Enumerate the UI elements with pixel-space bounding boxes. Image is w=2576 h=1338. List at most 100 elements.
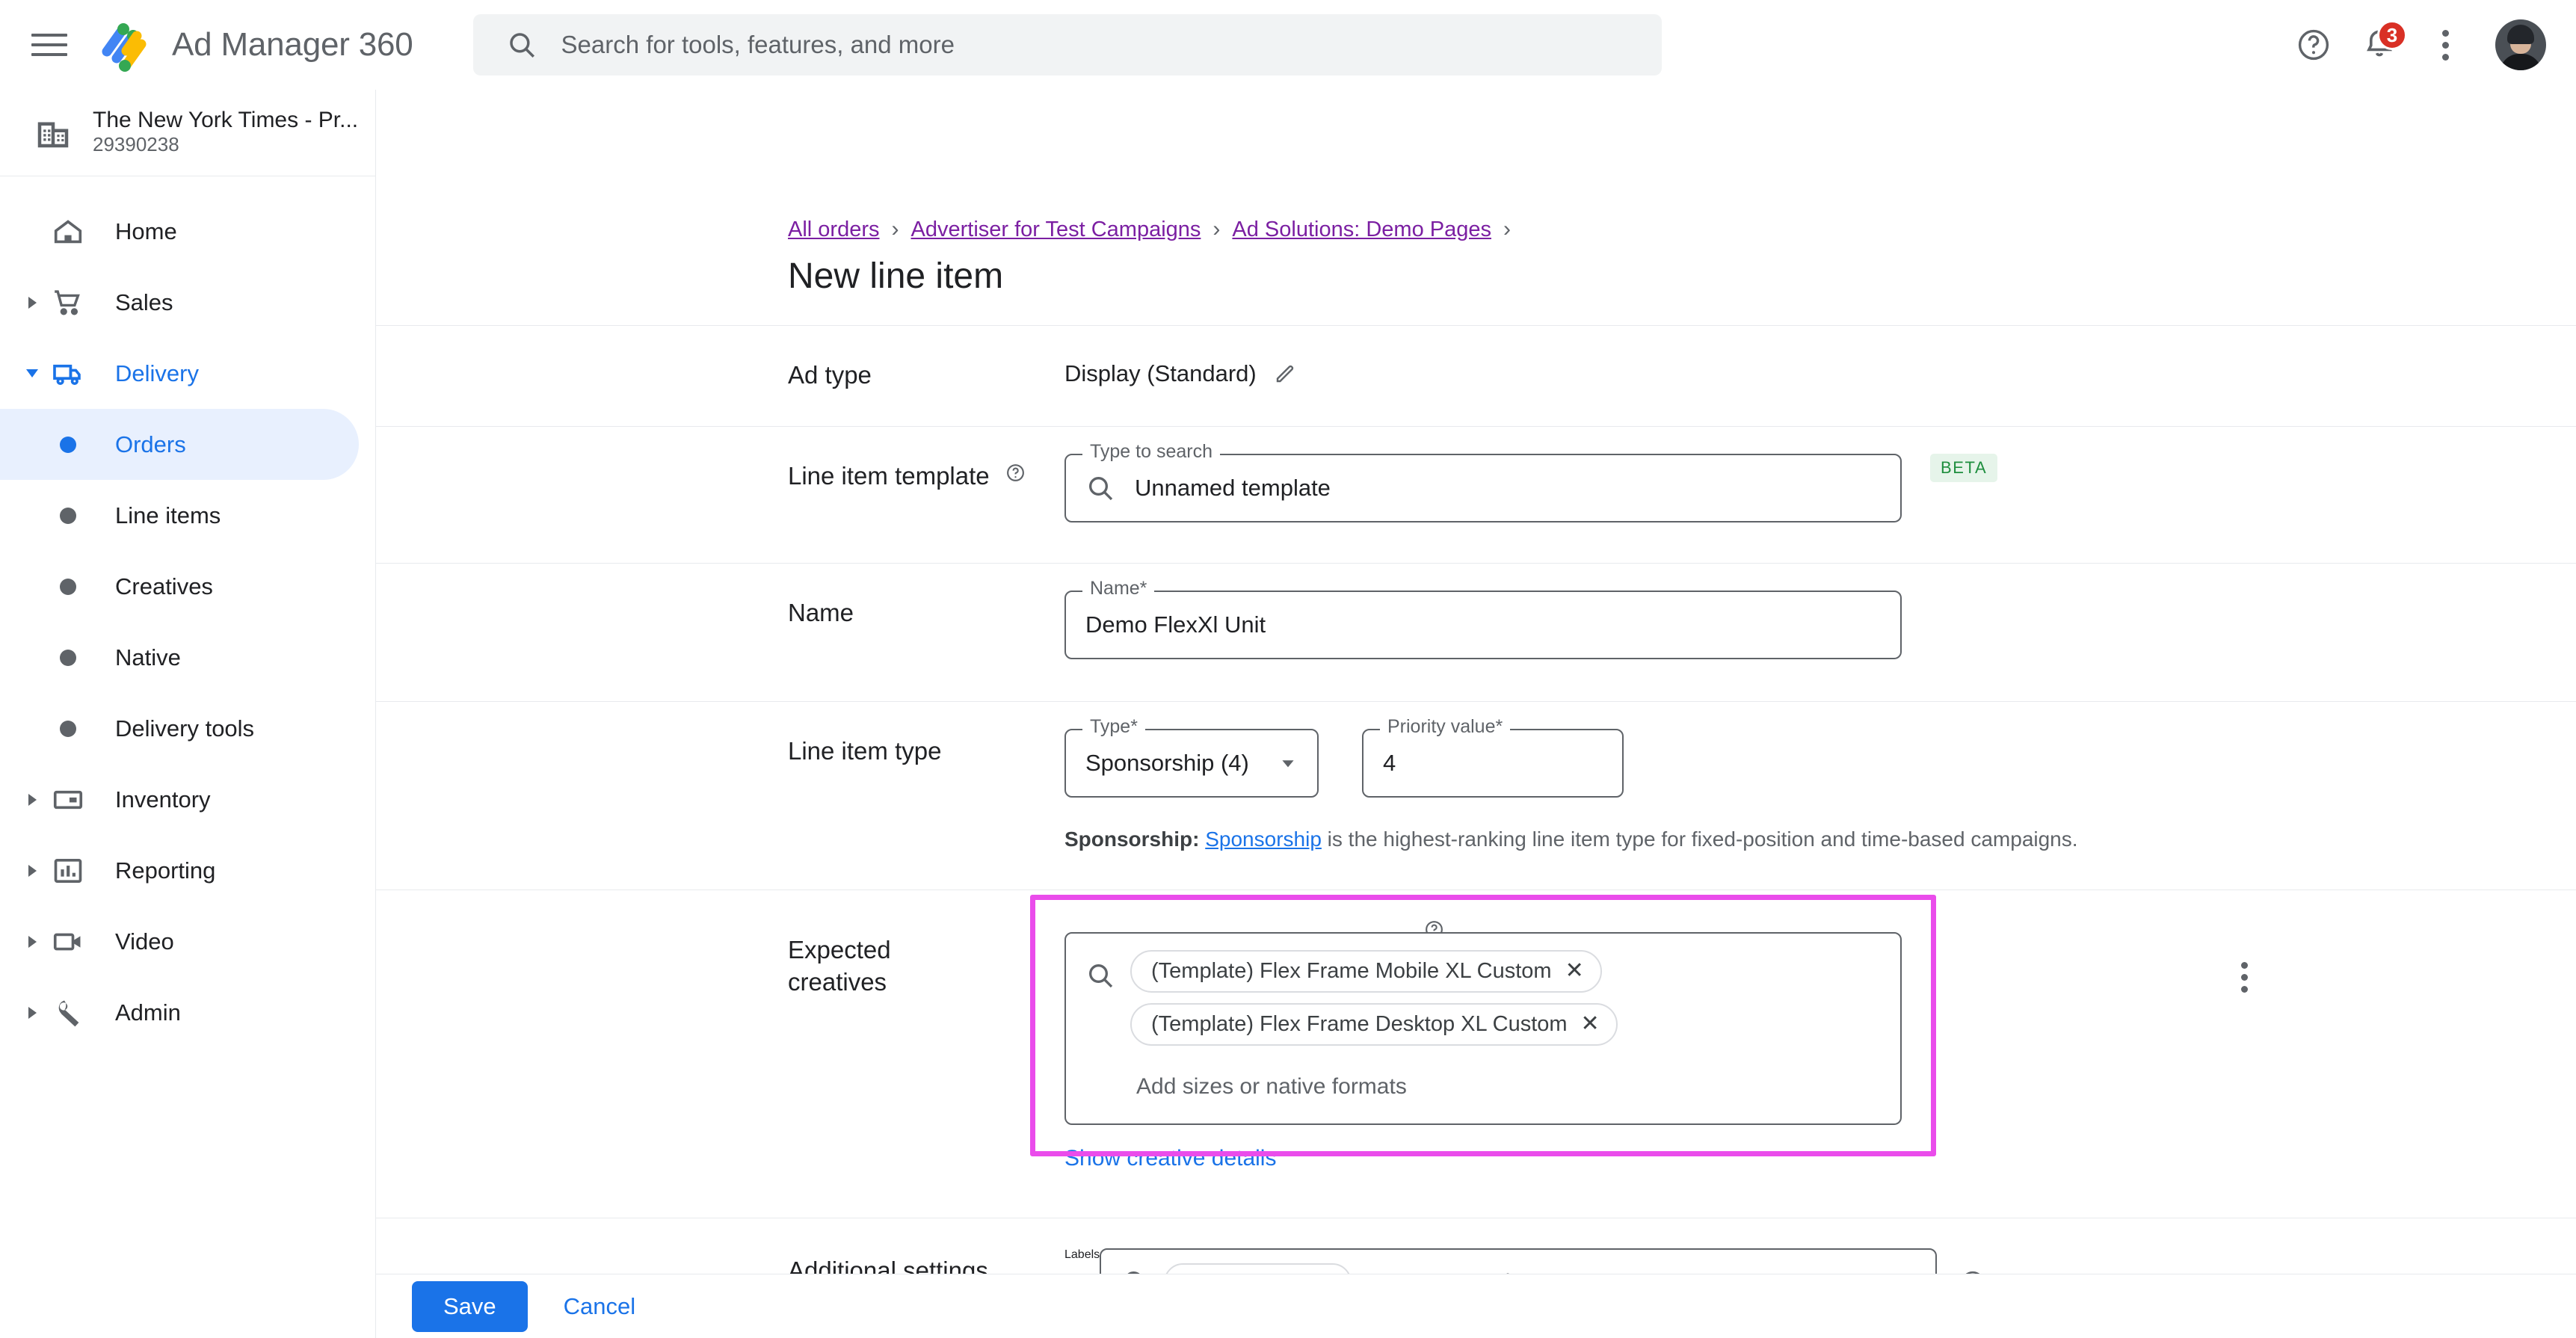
expand-caret-icon[interactable] <box>19 296 45 309</box>
expected-creatives-input[interactable]: (Template) Flex Frame Mobile XL Custom ✕… <box>1064 931 1902 1125</box>
sidebar-item-label: Creatives <box>115 573 213 599</box>
hamburger-icon[interactable] <box>31 27 67 63</box>
ad-manager-logo-icon <box>94 16 151 73</box>
section-line-item-type: Line item type Type* Sponsorship (4) Pri… <box>376 701 2576 890</box>
sidebar-item-label: Native <box>115 644 181 670</box>
sidebar-item-creatives[interactable]: Creatives <box>0 551 375 622</box>
truck-icon <box>48 357 88 391</box>
bullet-dot-icon <box>48 436 88 453</box>
page-title: New line item <box>788 256 1004 296</box>
section-label-line2: creatives <box>788 968 887 996</box>
helper-prefix: Sponsorship: <box>1064 827 1200 851</box>
notification-count-badge: 3 <box>2377 20 2407 50</box>
help-circle-icon[interactable] <box>2284 16 2343 74</box>
sidebar-item-line-items[interactable]: Line items <box>0 480 375 551</box>
sidebar-item-label: Line items <box>115 502 221 528</box>
sidebar-item-inventory[interactable]: Inventory <box>0 764 375 835</box>
close-icon[interactable]: ✕ <box>1565 960 1584 982</box>
sidebar-item-label: Reporting <box>115 857 216 884</box>
sidebar-item-sales[interactable]: Sales <box>0 267 375 338</box>
sponsorship-link[interactable]: Sponsorship <box>1205 827 1322 851</box>
sidebar-item-delivery[interactable]: Delivery <box>0 338 375 409</box>
bar-chart-icon <box>48 854 88 888</box>
chevron-down-icon[interactable] <box>1278 753 1298 773</box>
section-label-text: Line item template <box>788 462 990 490</box>
helper-rest: is the highest-ranking line item type fo… <box>1327 827 2078 851</box>
expand-caret-icon[interactable] <box>19 793 45 806</box>
sidebar-item-label: Video <box>115 928 174 955</box>
sidebar-item-reporting[interactable]: Reporting <box>0 835 375 906</box>
avatar[interactable] <box>2495 19 2546 70</box>
add-sizes-placeholder[interactable]: Add sizes or native formats <box>1130 1056 1881 1104</box>
sidebar-item-admin[interactable]: Admin <box>0 977 375 1048</box>
show-creative-details-link[interactable]: Show creative details <box>1064 1146 1276 1171</box>
sidebar-item-label: Delivery tools <box>115 715 255 742</box>
sidebar-item-home[interactable]: Home <box>0 196 375 267</box>
top-bar-actions: 3 <box>2284 16 2576 74</box>
sidebar-item-label: Orders <box>115 431 186 457</box>
sidebar-item-label: Sales <box>115 289 173 315</box>
line-item-template-value: Unnamed template <box>1135 475 1331 501</box>
bullet-dot-icon <box>48 507 88 524</box>
expand-caret-icon[interactable] <box>19 935 45 948</box>
cancel-button[interactable]: Cancel <box>543 1281 657 1332</box>
pencil-icon[interactable] <box>1273 362 1297 386</box>
creative-chip: (Template) Flex Frame Mobile XL Custom ✕ <box>1130 949 1602 993</box>
sidebar: The New York Times - Pr... 29390238 Home <box>0 90 376 1338</box>
notifications-bell-icon[interactable]: 3 <box>2350 16 2409 74</box>
cart-icon <box>48 286 88 320</box>
vertical-dots-icon[interactable] <box>2416 16 2474 74</box>
section-label: Name <box>788 599 854 626</box>
account-name: The New York Times - Pr... <box>93 108 359 132</box>
breadcrumb-separator: › <box>891 217 899 241</box>
save-button[interactable]: Save <box>412 1280 528 1332</box>
video-camera-icon <box>48 925 88 959</box>
help-circle-icon[interactable] <box>1005 463 1026 483</box>
close-icon[interactable]: ✕ <box>1581 1013 1600 1035</box>
bullet-dot-icon <box>48 649 88 666</box>
sidebar-item-orders[interactable]: Orders <box>0 409 359 480</box>
section-label: Line item template <box>788 427 1064 563</box>
vertical-dots-icon[interactable] <box>1954 961 2534 993</box>
search-icon <box>1085 961 1115 990</box>
expand-caret-icon[interactable] <box>19 1006 45 1019</box>
breadcrumb-ad-solutions[interactable]: Ad Solutions: Demo Pages <box>1232 218 1491 242</box>
home-icon <box>48 215 88 249</box>
line-item-type-select[interactable]: Type* Sponsorship (4) <box>1064 716 1319 798</box>
expand-caret-icon[interactable] <box>19 864 45 877</box>
line-item-template-field[interactable]: Type to search Unnamed template <box>1064 441 1902 522</box>
sidebar-item-native[interactable]: Native <box>0 622 375 693</box>
field-label: Type* <box>1082 716 1145 738</box>
sidebar-item-label: Inventory <box>115 786 211 813</box>
account-switcher[interactable]: The New York Times - Pr... 29390238 <box>0 90 375 176</box>
sidebar-item-video[interactable]: Video <box>0 906 375 977</box>
sidebar-item-delivery-tools[interactable]: Delivery tools <box>0 693 375 764</box>
name-field[interactable]: Name* Demo FlexXl Unit <box>1064 578 1902 659</box>
bullet-dot-icon <box>48 720 88 737</box>
sidebar-item-label: Home <box>115 218 177 244</box>
search-box[interactable] <box>472 14 1662 75</box>
bullet-dot-icon <box>48 578 88 595</box>
section-line-item-template: Line item template Type to search Unname… <box>376 426 2576 563</box>
breadcrumb-advertiser[interactable]: Advertiser for Test Campaigns <box>911 218 1201 242</box>
priority-value-field[interactable]: Priority value* 4 <box>1362 716 1624 798</box>
section-name: Name Name* Demo FlexXl Unit <box>376 563 2576 701</box>
section-expected-creatives: Expected creatives (Template) Flex Frame… <box>376 889 2576 1218</box>
line-item-type-value: Sponsorship (4) <box>1085 750 1249 776</box>
creative-chip: (Template) Flex Frame Desktop XL Custom … <box>1130 1002 1618 1046</box>
line-item-type-helper-text: Sponsorship: Sponsorship is the highest-… <box>1064 798 2576 855</box>
sidebar-item-label: Delivery <box>115 360 199 386</box>
collapse-caret-icon[interactable] <box>19 369 45 377</box>
account-id: 29390238 <box>93 133 179 155</box>
search-icon <box>506 29 537 61</box>
search-icon <box>1085 473 1115 503</box>
search-input[interactable] <box>561 31 1629 59</box>
brand-title: Ad Manager 360 <box>172 26 413 63</box>
inventory-icon <box>48 783 88 817</box>
beta-badge: BETA <box>1930 454 1998 482</box>
main-content: All orders › Advertiser for Test Campaig… <box>376 90 2576 1338</box>
brand-logo-area[interactable]: Ad Manager 360 <box>94 16 413 73</box>
section-ad-type: Ad type Display (Standard) <box>376 325 2576 426</box>
breadcrumb-all-orders[interactable]: All orders <box>788 218 880 242</box>
creative-chip-label: (Template) Flex Frame Desktop XL Custom <box>1151 1011 1568 1036</box>
